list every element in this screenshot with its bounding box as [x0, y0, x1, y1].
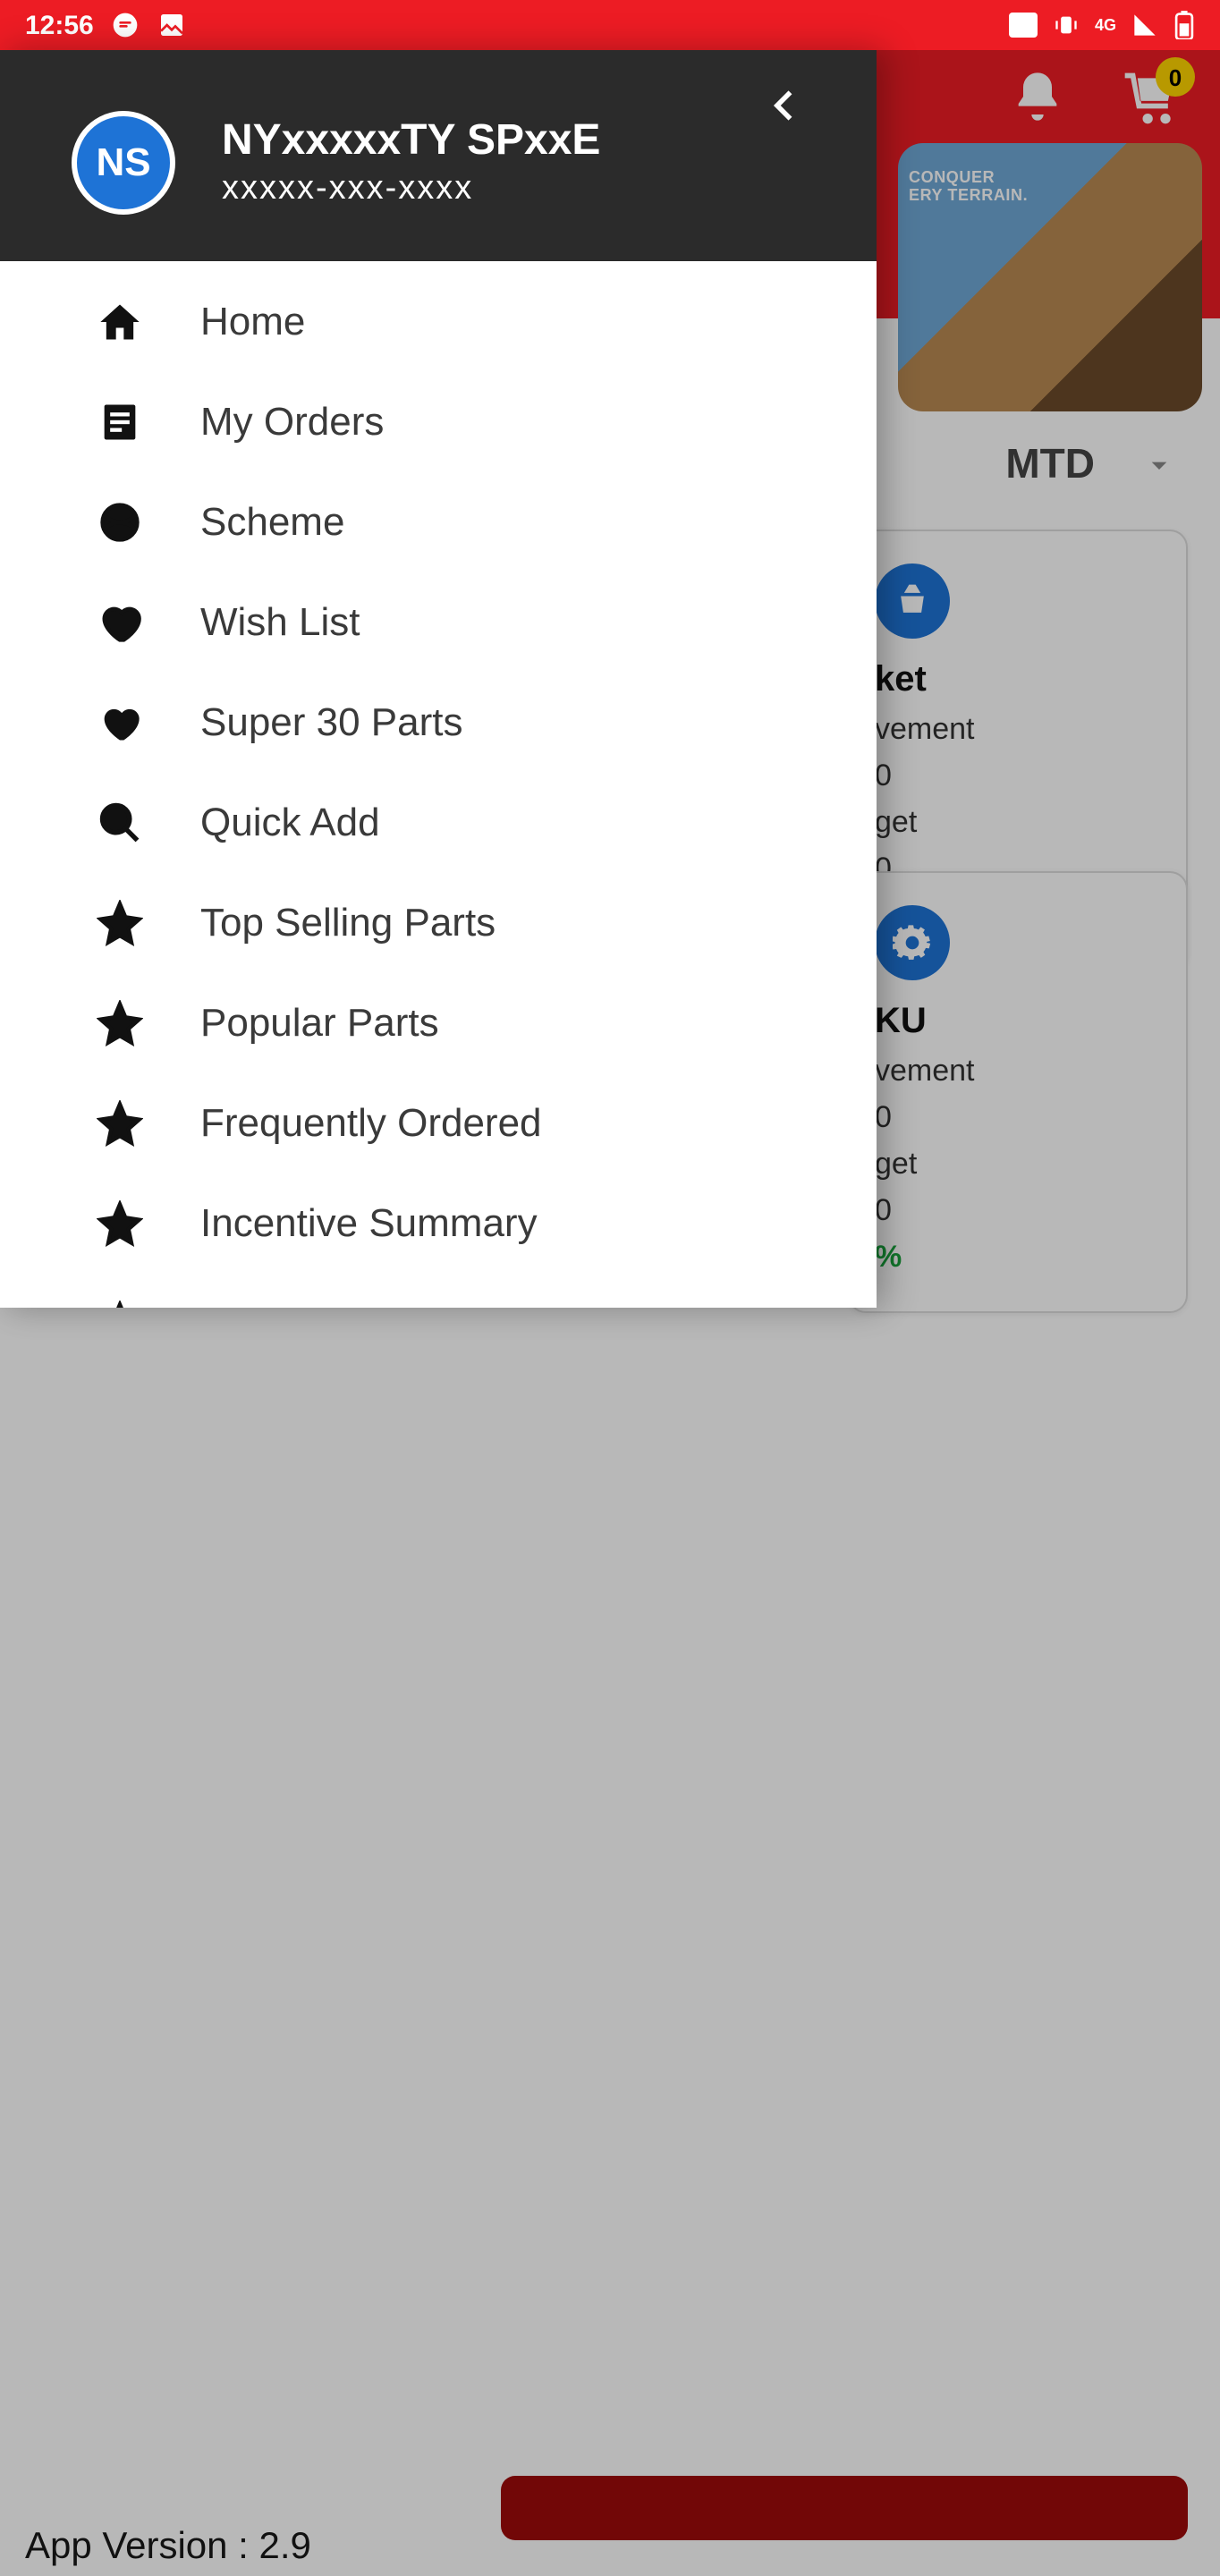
menu-label: Home — [200, 299, 305, 345]
star-icon — [93, 1301, 147, 1308]
signal-4g-icon: 4G — [1095, 16, 1116, 34]
menu-item-scheme[interactable]: Scheme — [0, 472, 877, 572]
search-icon — [93, 800, 147, 846]
menu-item-home[interactable]: Home — [0, 272, 877, 372]
nav-drawer: NS NYxxxxxTY SPxxE xxxxx-xxx-xxxx Home M… — [0, 50, 877, 1308]
home-icon — [93, 299, 147, 345]
chat-icon — [112, 11, 140, 39]
star-icon — [93, 1100, 147, 1147]
menu-item-super30[interactable]: Super 30 Parts — [0, 673, 877, 773]
avatar-initials: NS — [96, 140, 150, 186]
heart-outline-icon — [93, 599, 147, 646]
battery-icon — [1173, 11, 1195, 39]
menu-item-topselling[interactable]: Top Selling Parts — [0, 873, 877, 973]
user-phone: xxxxx-xxx-xxxx — [222, 170, 600, 209]
status-time: 12:56 — [25, 10, 94, 40]
menu-item-wishlist[interactable]: Wish List — [0, 572, 877, 673]
star-icon — [93, 1000, 147, 1046]
menu-label: Quick Add — [200, 800, 380, 846]
drawer-header: NS NYxxxxxTY SPxxE xxxxx-xxx-xxxx — [0, 50, 877, 261]
avatar[interactable]: NS — [72, 111, 175, 215]
menu-label: Wish List — [200, 599, 360, 646]
vibrate-icon — [1052, 13, 1080, 38]
image-icon — [158, 11, 187, 39]
menu-item-incentive[interactable]: Incentive Summary — [0, 1174, 877, 1274]
menu-label: Digital Parts Mela — [200, 1301, 509, 1308]
volte-icon — [1009, 13, 1038, 38]
status-bar: 12:56 4G — [0, 0, 1220, 50]
menu-label: Scheme — [200, 499, 344, 546]
menu-item-orders[interactable]: My Orders — [0, 372, 877, 472]
app-version: App Version : 2.9 — [25, 2526, 311, 2569]
orders-icon — [93, 399, 147, 445]
signal-icon — [1131, 13, 1159, 38]
menu-label: Incentive Summary — [200, 1200, 538, 1247]
user-name: NYxxxxxTY SPxxE — [222, 116, 600, 166]
menu-label: Popular Parts — [200, 1000, 439, 1046]
scheme-icon — [93, 499, 147, 546]
menu-item-mela[interactable]: Digital Parts Mela — [0, 1274, 877, 1308]
menu-item-popular[interactable]: Popular Parts — [0, 973, 877, 1073]
menu-label: Frequently Ordered — [200, 1100, 542, 1147]
drawer-menu: Home My Orders Scheme Wish List Super 30… — [0, 261, 877, 1308]
menu-item-frequent[interactable]: Frequently Ordered — [0, 1073, 877, 1174]
menu-label: My Orders — [200, 399, 384, 445]
menu-item-quickadd[interactable]: Quick Add — [0, 773, 877, 873]
menu-label: Top Selling Parts — [200, 900, 496, 946]
back-button[interactable] — [766, 86, 805, 125]
star-icon — [93, 900, 147, 946]
menu-label: Super 30 Parts — [200, 699, 463, 746]
star-icon — [93, 1200, 147, 1247]
heart-filled-icon — [93, 699, 147, 746]
